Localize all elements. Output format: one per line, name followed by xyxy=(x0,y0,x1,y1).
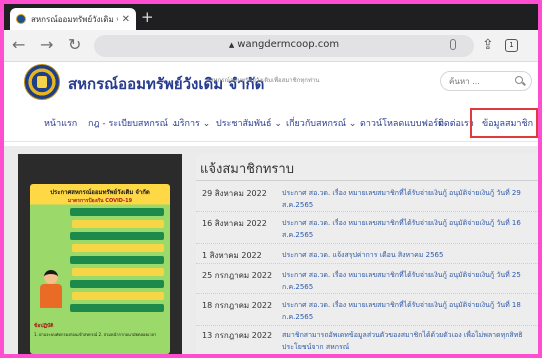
poster-title: ประกาศสหกรณ์ออมทรัพย์วังเดิม จำกัด xyxy=(50,189,150,196)
main-nav: หน้าแรก กฎ - ระเบียบสหกรณ์ ⌄ บริการ ⌄ ปร… xyxy=(4,102,538,142)
news-row: 18 กรกฎาคม 2022 ประกาศ สอ.วด. เรื่อง หมา… xyxy=(196,296,538,326)
poster-item xyxy=(70,304,164,312)
url-display: ▲ wangdermcoop.com xyxy=(94,39,474,50)
nav-download-forms[interactable]: ดาวน์โหลดแบบฟอร์ม xyxy=(360,116,444,130)
site-search-box[interactable] xyxy=(440,71,532,91)
news-date: 18 กรกฎาคม 2022 xyxy=(202,301,273,310)
member-news-panel: แจ้งสมาชิกทราบ 29 สิงหาคม 2022 ประกาศ สอ… xyxy=(196,154,538,354)
news-link[interactable]: ประกาศ สอ.วด. เรื่อง หมายเลขสมาชิกที่ได้… xyxy=(282,217,532,241)
logo-emblem-icon xyxy=(37,76,47,88)
news-row: 1 สิงหาคม 2022 ประกาศ สอ.วด. แจ้งสรุปค่า… xyxy=(196,246,538,264)
url-text: wangdermcoop.com xyxy=(237,39,340,50)
favicon-icon xyxy=(16,14,26,24)
browser-tab[interactable]: สหกรณ์ออมทรัพย์วังเดิม จำกัด ✕ xyxy=(10,8,136,30)
nav-contact[interactable]: ติดต่อเรา xyxy=(438,116,474,130)
news-row: 13 กรกฎาคม 2022 สมาชิกสามารถอัพเดทข้อมูล… xyxy=(196,326,538,354)
tab-strip: สหกรณ์ออมทรัพย์วังเดิม จำกัด ✕ + xyxy=(4,4,538,30)
news-link[interactable]: ประกาศ สอ.วด. เรื่อง หมายเลขสมาชิกที่ได้… xyxy=(282,187,532,211)
nav-home[interactable]: หน้าแรก xyxy=(44,116,77,130)
coop-logo[interactable] xyxy=(24,64,60,100)
share-icon[interactable]: ⇪ xyxy=(482,36,494,54)
news-link[interactable]: ประกาศ สอ.วด. เรื่อง หมายเลขสมาชิกที่ได้… xyxy=(282,269,532,293)
reload-icon[interactable]: ↻ xyxy=(68,36,81,54)
news-date: 1 สิงหาคม 2022 xyxy=(202,251,262,260)
poster-card: ประกาศสหกรณ์ออมทรัพย์วังเดิม จำกัด มาตรก… xyxy=(30,184,170,354)
new-tab-button[interactable]: + xyxy=(141,8,154,26)
news-row: 16 สิงหาคม 2022 ประกาศ สอ.วด. เรื่อง หมา… xyxy=(196,214,538,244)
news-heading-divider xyxy=(196,180,538,181)
poster-item xyxy=(70,232,164,240)
back-arrow-icon[interactable]: ← xyxy=(12,36,25,54)
news-link[interactable]: ประกาศ สอ.วด. เรื่อง หมายเลขสมาชิกที่ได้… xyxy=(282,299,532,323)
mic-icon[interactable] xyxy=(450,39,456,50)
search-icon[interactable] xyxy=(515,76,523,84)
news-row: 29 สิงหาคม 2022 ประกาศ สอ.วด. เรื่อง หมา… xyxy=(196,184,538,212)
nav-about[interactable]: เกี่ยวกับสหกรณ์ ⌄ xyxy=(286,116,356,130)
search-input[interactable] xyxy=(449,75,509,87)
poster-item xyxy=(72,292,164,300)
covid-poster[interactable]: ประกาศสหกรณ์ออมทรัพย์วังเดิม จำกัด มาตรก… xyxy=(18,154,182,354)
poster-item xyxy=(70,280,164,288)
address-bar[interactable]: ▲ wangdermcoop.com xyxy=(94,35,474,57)
poster-subtitle: มาตรการป้องกัน COVID-19 xyxy=(67,198,133,204)
news-date: 16 สิงหาคม 2022 xyxy=(202,219,267,228)
highlight-annotation-box xyxy=(470,108,538,138)
forward-arrow-icon[interactable]: → xyxy=(40,36,53,54)
poster-item xyxy=(72,220,164,228)
site-subtitle: สหกรณ์ออมทรัพย์วังเดิมเพื่อสมาชิกทุกท่าน xyxy=(210,77,320,84)
poster-footer-title: ข้อปฏิบัติ xyxy=(34,323,54,329)
person-body-icon xyxy=(40,284,62,308)
nav-regulations[interactable]: กฎ - ระเบียบสหกรณ์ ⌄ xyxy=(88,116,178,130)
poster-footer-text: 1. ผ่านระบบคัดกรองก่อนเข้าสหกรณ์ 2. สวมห… xyxy=(34,332,157,337)
news-date: 13 กรกฎาคม 2022 xyxy=(202,331,273,340)
news-date: 25 กรกฎาคม 2022 xyxy=(202,271,273,280)
poster-item xyxy=(70,208,164,216)
tabs-icon[interactable]: 1 xyxy=(505,39,518,52)
person-head-icon xyxy=(44,270,58,284)
news-date: 29 สิงหาคม 2022 xyxy=(202,189,267,198)
news-heading: แจ้งสมาชิกทราบ xyxy=(200,162,294,177)
nav-public-relations[interactable]: ประชาสัมพันธ์ ⌄ xyxy=(216,116,282,130)
news-link[interactable]: ประกาศ สอ.วด. แจ้งสรุปค่าการ เดือน สิงหา… xyxy=(282,249,532,261)
tab-title: สหกรณ์ออมทรัพย์วังเดิม จำกัด xyxy=(31,14,118,24)
poster-item xyxy=(70,256,164,264)
close-tab-icon[interactable]: ✕ xyxy=(122,14,130,25)
news-link[interactable]: สมาชิกสามารถอัพเดทข้อมูลส่วนตัวของสมาชิก… xyxy=(282,329,532,353)
news-row: 25 กรกฎาคม 2022 ประกาศ สอ.วด. เรื่อง หมา… xyxy=(196,266,538,294)
poster-item xyxy=(72,268,164,276)
masked-person-illustration xyxy=(36,270,66,310)
nav-services[interactable]: บริการ ⌄ xyxy=(174,116,210,130)
browser-window: สหกรณ์ออมทรัพย์วังเดิม จำกัด ✕ + ← → ↻ ▲… xyxy=(4,4,538,354)
poster-item xyxy=(72,244,164,252)
site-header: สหกรณ์ออมทรัพย์วังเดิม จำกัด สหกรณ์ออมทร… xyxy=(4,62,538,102)
lock-icon: ▲ xyxy=(228,41,235,49)
browser-toolbar: ← → ↻ ▲ wangdermcoop.com ⇪ 1 xyxy=(4,30,538,62)
